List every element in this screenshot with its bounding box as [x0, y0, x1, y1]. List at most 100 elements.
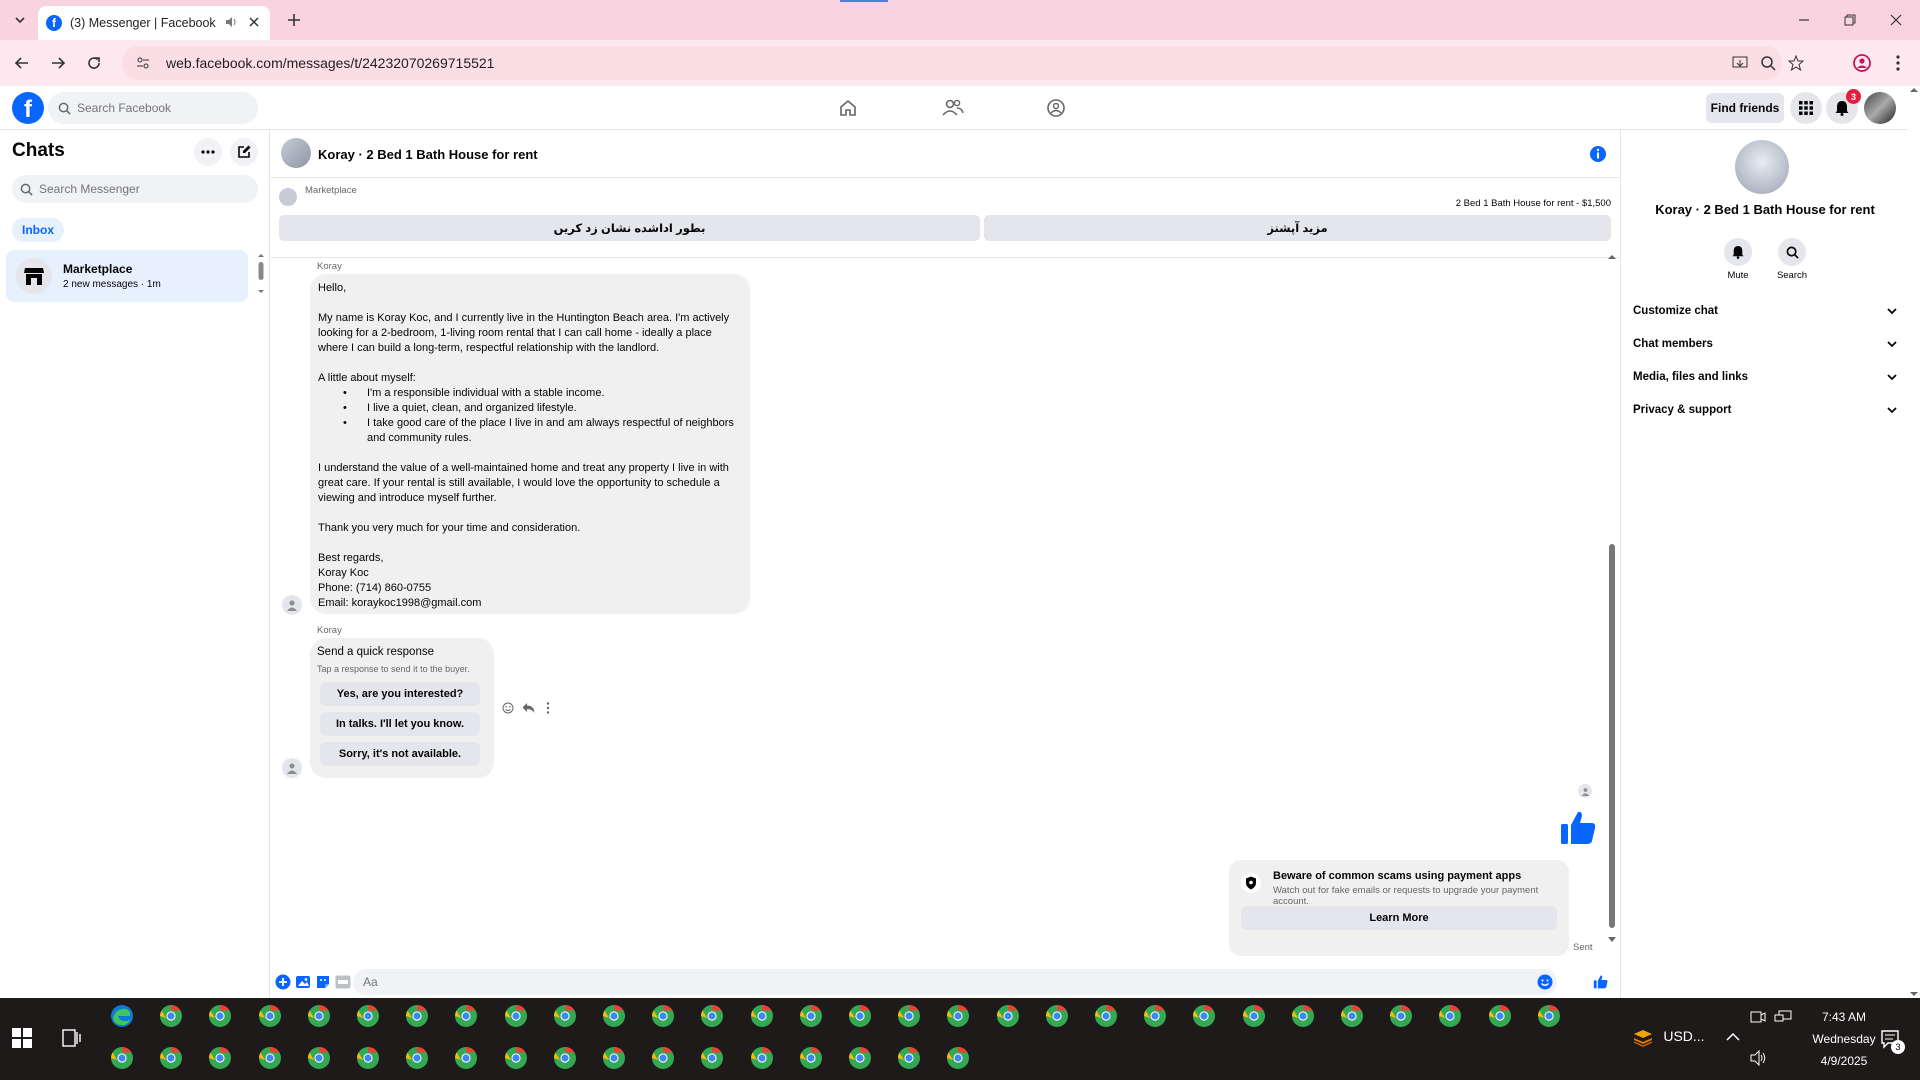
close-window-button[interactable] [1886, 10, 1906, 30]
nav-friends[interactable] [941, 96, 965, 120]
chrome-taskbar-icon[interactable] [994, 1002, 1022, 1030]
messenger-search[interactable] [12, 175, 258, 203]
chrome-taskbar-icon[interactable] [206, 1044, 234, 1072]
message-input[interactable] [363, 975, 1523, 989]
browser-menu-button[interactable] [1888, 53, 1908, 73]
more-options-button[interactable]: مزید آپشنز [984, 215, 1611, 241]
chrome-taskbar-icon[interactable] [1387, 1002, 1415, 1030]
chrome-taskbar-icon[interactable] [944, 1044, 972, 1072]
chrome-taskbar-icon[interactable] [649, 1002, 677, 1030]
nav-groups[interactable] [1044, 96, 1068, 120]
chrome-taskbar-icon[interactable] [748, 1044, 776, 1072]
listing-title[interactable]: 2 Bed 1 Bath House for rent - $1,500 [1456, 198, 1611, 209]
profile-button[interactable] [1852, 53, 1872, 73]
clock-day[interactable]: Wednesday [1806, 1032, 1882, 1046]
conversation-scrollbar[interactable] [1606, 254, 1618, 944]
chrome-taskbar-icon[interactable] [157, 1044, 185, 1072]
new-tab-button[interactable] [284, 10, 304, 30]
new-message-button[interactable] [230, 138, 258, 166]
chrome-taskbar-icon[interactable] [600, 1044, 628, 1072]
chrome-taskbar-icon[interactable] [895, 1002, 923, 1030]
chrome-taskbar-icon[interactable] [403, 1044, 431, 1072]
learn-more-button[interactable]: Learn More [1241, 906, 1557, 930]
clock-date[interactable]: 4/9/2025 [1806, 1054, 1882, 1068]
quick-response-option[interactable]: In talks. I'll let you know. [320, 712, 480, 736]
facebook-search-input[interactable] [77, 101, 237, 115]
conversation-avatar[interactable] [281, 138, 311, 168]
sender-avatar[interactable] [282, 595, 302, 615]
thumbs-up-icon[interactable] [1559, 808, 1599, 848]
bookmark-star-icon[interactable] [1786, 53, 1806, 73]
chrome-taskbar-icon[interactable] [1043, 1002, 1071, 1030]
gif-button[interactable] [335, 974, 351, 990]
sender-avatar[interactable] [282, 758, 302, 778]
restore-button[interactable] [1840, 10, 1860, 30]
chrome-taskbar-icon[interactable] [1289, 1002, 1317, 1030]
more-actions-button[interactable] [275, 974, 291, 990]
chrome-taskbar-icon[interactable] [1092, 1002, 1120, 1030]
facebook-search[interactable] [48, 92, 258, 124]
mute-button[interactable]: Mute [1713, 238, 1763, 281]
chrome-taskbar-icon[interactable] [1141, 1002, 1169, 1030]
chrome-taskbar-icon[interactable] [206, 1002, 234, 1030]
chrome-taskbar-icon[interactable] [305, 1044, 333, 1072]
chrome-taskbar-icon[interactable] [502, 1002, 530, 1030]
zoom-icon[interactable] [1758, 53, 1778, 73]
meet-now-icon[interactable] [1750, 1010, 1766, 1024]
menu-button[interactable] [1790, 92, 1822, 124]
sticker-button[interactable] [315, 974, 331, 990]
chrome-taskbar-icon[interactable] [748, 1002, 776, 1030]
site-info-icon[interactable] [136, 56, 150, 70]
chrome-taskbar-icon[interactable] [698, 1044, 726, 1072]
browser-tab[interactable]: f (3) Messenger | Facebook [38, 6, 270, 40]
install-app-icon[interactable] [1730, 53, 1750, 73]
chrome-taskbar-icon[interactable] [403, 1002, 431, 1030]
page-scrollbar[interactable] [1908, 86, 1920, 998]
speaker-icon[interactable] [224, 15, 238, 32]
chrome-taskbar-icon[interactable] [1436, 1002, 1464, 1030]
back-button[interactable] [12, 53, 32, 73]
chrome-taskbar-icon[interactable] [846, 1002, 874, 1030]
edge-taskbar-icon[interactable] [108, 1002, 136, 1030]
chrome-taskbar-icon[interactable] [305, 1002, 333, 1030]
account-avatar[interactable] [1864, 92, 1896, 124]
messenger-search-input[interactable] [39, 182, 239, 196]
info-icon[interactable] [1588, 144, 1608, 164]
chrome-taskbar-icon[interactable] [551, 1002, 579, 1030]
chrome-taskbar-icon[interactable] [797, 1044, 825, 1072]
reply-button[interactable] [520, 700, 536, 716]
attach-photo-button[interactable] [295, 974, 311, 990]
chat-item-marketplace[interactable]: Marketplace 2 new messages · 1m [6, 250, 248, 302]
mark-as-pending-button[interactable]: بطور اداشده نشان زد کریں [279, 215, 980, 241]
tray-overflow-icon[interactable] [1726, 1032, 1740, 1042]
chrome-taskbar-icon[interactable] [944, 1002, 972, 1030]
chrome-taskbar-icon[interactable] [452, 1002, 480, 1030]
chrome-taskbar-icon[interactable] [256, 1002, 284, 1030]
minimize-button[interactable] [1794, 10, 1814, 30]
chrome-taskbar-icon[interactable] [846, 1044, 874, 1072]
chrome-taskbar-icon[interactable] [502, 1044, 530, 1072]
tab-search-button[interactable] [8, 10, 32, 30]
facebook-logo-icon[interactable]: f [12, 92, 44, 124]
chat-options-button[interactable] [194, 138, 222, 166]
chrome-taskbar-icon[interactable] [108, 1044, 136, 1072]
emoji-icon[interactable] [1537, 974, 1553, 990]
chrome-taskbar-icon[interactable] [1486, 1002, 1514, 1030]
chrome-taskbar-icon[interactable] [354, 1044, 382, 1072]
section-privacy-support[interactable]: Privacy & support [1633, 397, 1897, 423]
network-icon[interactable] [1774, 1010, 1792, 1024]
chrome-taskbar-icon[interactable] [895, 1044, 923, 1072]
chrome-taskbar-icon[interactable] [600, 1002, 628, 1030]
url-text[interactable]: web.facebook.com/messages/t/242320702697… [166, 55, 494, 71]
chrome-taskbar-icon[interactable] [1338, 1002, 1366, 1030]
quick-response-option[interactable]: Sorry, it's not available. [320, 742, 480, 766]
chrome-taskbar-icon[interactable] [1535, 1002, 1563, 1030]
reload-button[interactable] [84, 53, 104, 73]
chat-profile-avatar[interactable] [1735, 140, 1789, 194]
forward-button[interactable] [48, 53, 68, 73]
search-chat-button[interactable]: Search [1767, 238, 1817, 281]
section-media-files-links[interactable]: Media, files and links [1633, 364, 1897, 390]
section-chat-members[interactable]: Chat members [1633, 331, 1897, 357]
message-more-button[interactable] [540, 700, 556, 716]
nav-home[interactable] [836, 96, 860, 120]
